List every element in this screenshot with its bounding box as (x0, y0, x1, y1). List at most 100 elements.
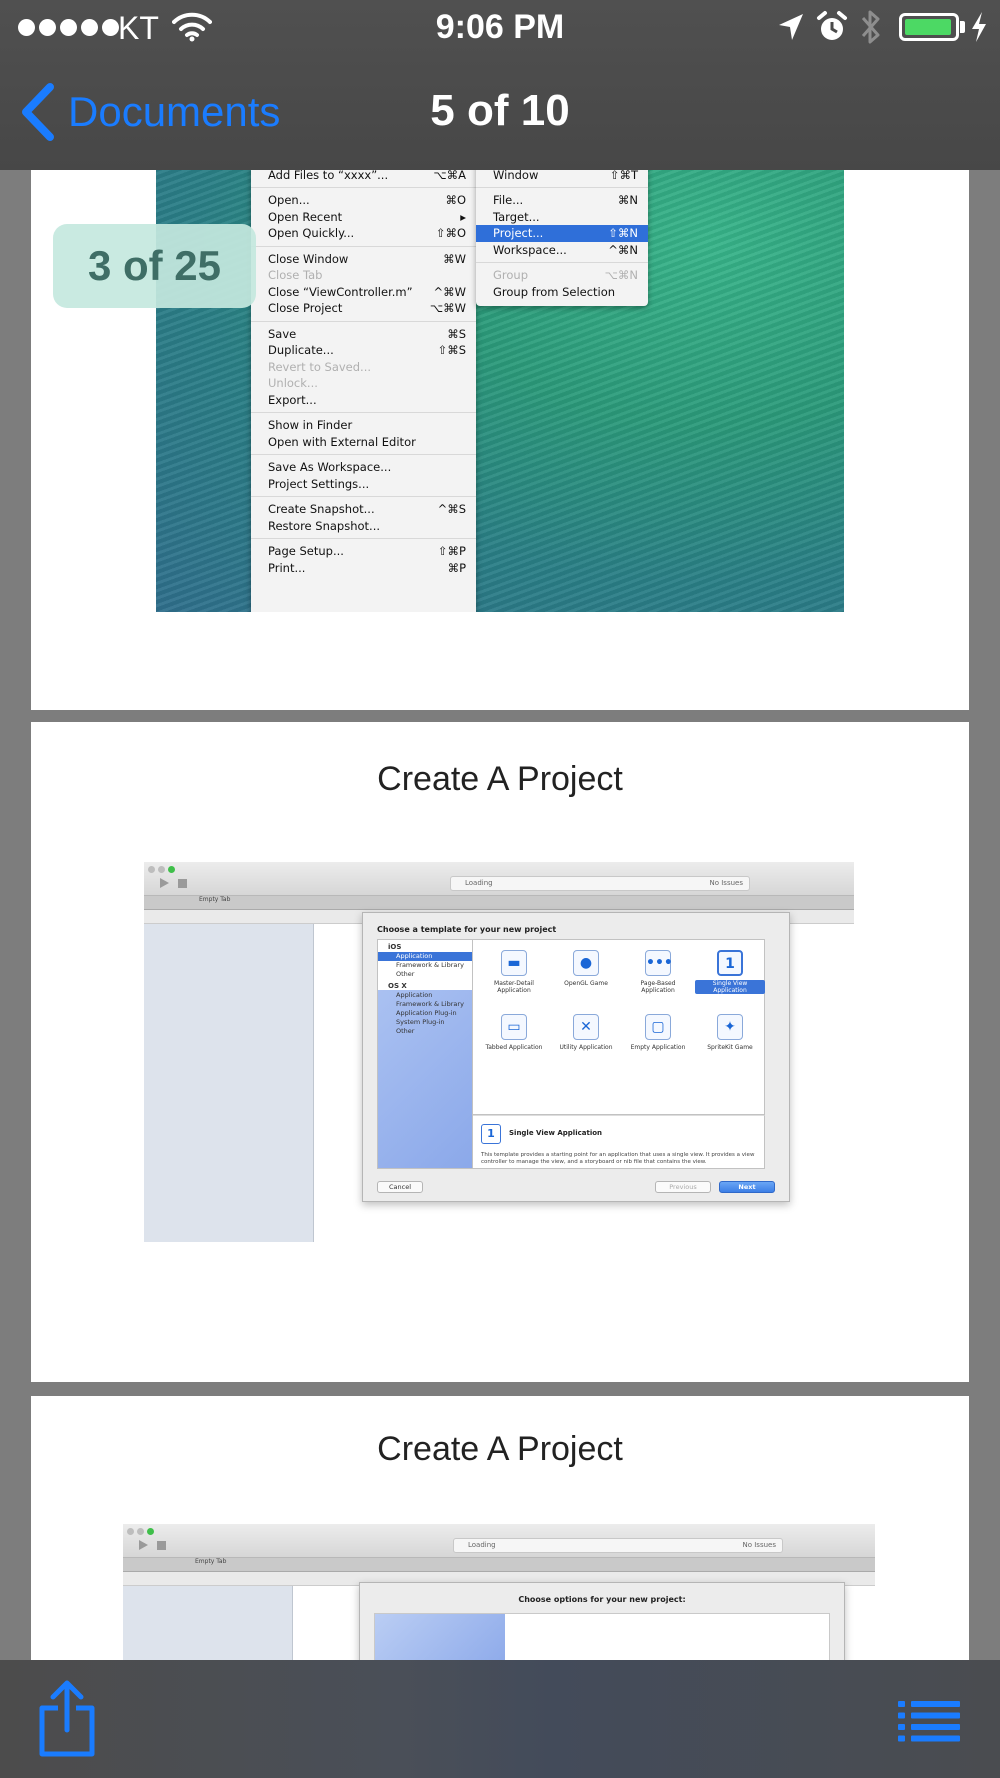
menu-item: Open Recent ▸ (251, 209, 476, 226)
issues-status: No Issues (742, 1541, 777, 1549)
xcode-screenshot: Loading No Issues Empty Tab Choose a tem… (144, 862, 854, 1242)
menu-item: Create Snapshot... ^⌘S (251, 501, 476, 518)
menu-item: Open... ⌘O (251, 192, 476, 209)
menu-item: Group ⌥⌘N (476, 267, 648, 284)
template-icon: ✦ (717, 1014, 743, 1040)
menu-item-label: Open Recent (268, 209, 343, 224)
menu-shortcut: ⇧⌘N (608, 226, 638, 240)
menu-item-label: Open... (268, 193, 310, 207)
menu-shortcut: ⇧⌘S (437, 343, 466, 357)
dialog-header: Choose a template for your new project (377, 925, 557, 934)
menu-item-label: Restore Snapshot... (268, 518, 381, 533)
status-bar: KT 9:06 PM (0, 0, 1000, 56)
menu-item: Unlock... (251, 375, 476, 392)
template-description: 1 Single View Application This template … (473, 1115, 765, 1169)
menu-separator (251, 454, 476, 455)
menu-item-label: Save As Workspace... (268, 460, 392, 474)
sidebar-item: Other (396, 970, 415, 978)
menu-shortcut: ⌘O (445, 193, 466, 207)
menu-shortcut: ⌘W (443, 251, 466, 266)
menu-item-label: Close Project (268, 301, 343, 315)
share-icon[interactable] (38, 1680, 96, 1758)
template-icon: ▬ (501, 950, 527, 976)
xcode-tab-bar: Empty Tab (144, 896, 854, 910)
run-icon (139, 1540, 148, 1550)
sidebar-item: Application Plug-in (396, 1009, 457, 1017)
template-icon: ••• (645, 950, 673, 976)
menu-shortcut: ⌥⌘N (604, 268, 638, 282)
menu-separator (251, 412, 476, 413)
menu-item: Open Quickly... ⇧⌘O (251, 225, 476, 242)
project-navigator (144, 924, 314, 1242)
menu-shortcut: ⇧⌘O (435, 226, 466, 240)
menu-item: Restore Snapshot... (251, 518, 476, 535)
template-icon: ▭ (501, 1014, 527, 1040)
page-count-badge: 3 of 25 (53, 224, 256, 308)
status-time: 9:06 PM (435, 8, 565, 46)
menu-item: File... ⌘N (476, 192, 648, 209)
previous-button: Previous (655, 1181, 711, 1193)
bluetooth-icon (861, 10, 880, 44)
menu-item-label: Group (493, 268, 529, 282)
stop-icon (178, 879, 187, 888)
menu-shortcut: ^⌘W (433, 284, 466, 299)
next-button: Next (719, 1181, 775, 1193)
template-option: ✦ SpriteKit Game (695, 1014, 765, 1051)
menu-separator (251, 538, 476, 539)
menu-separator (251, 320, 476, 322)
template-dialog: Choose a template for your new project i… (362, 912, 790, 1202)
menu-item-label: Close “ViewController.m” (268, 284, 413, 299)
menu-item-label: Create Snapshot... (268, 502, 375, 516)
template-option: ▢ Empty Application (623, 1014, 693, 1051)
menu-shortcut: ⌘P (447, 560, 466, 575)
template-option: 1 Single View Application (695, 950, 765, 994)
menu-separator (251, 496, 476, 497)
battery-tip (960, 21, 965, 33)
template-label: Page-Based Application (640, 980, 676, 994)
menu-separator (251, 187, 476, 188)
template-icon: ▢ (645, 1014, 671, 1040)
menu-item: Revert to Saved... (251, 359, 476, 376)
menu-item-label: Print... (268, 560, 306, 575)
sidebar-item: System Plug-in (396, 1018, 445, 1026)
menu-item-label: Save (268, 326, 297, 341)
template-label: Single View Application (695, 980, 765, 994)
menu-item: Close Window ⌘W (251, 251, 476, 268)
activity-view: Loading No Issues (453, 1538, 783, 1553)
menu-shortcut: ^⌘N (608, 242, 638, 257)
menu-item-label: Page Setup... (268, 544, 344, 558)
template-icon: ✕ (573, 1014, 599, 1040)
sidebar-group: iOS (388, 943, 402, 951)
menu-item-label: Target... (493, 209, 540, 224)
sidebar-item: Application (396, 991, 433, 999)
menu-shortcut: ⌘N (617, 193, 638, 207)
new-submenu: Tab⌘TWindow⇧⌘TFile...⌘NTarget...Project.… (476, 150, 648, 306)
menu-item-label: Group from Selection (493, 284, 616, 299)
sidebar-item: Other (396, 1027, 415, 1035)
menu-item: Page Setup... ⇧⌘P (251, 543, 476, 560)
document-page[interactable]: Create A Project Loading No Issues Empty… (31, 722, 969, 1382)
template-icon: 1 (717, 950, 743, 976)
template-grid: ▬ Master-Detail Application ● OpenGL Game ••… (473, 939, 765, 1115)
charging-bolt-icon (972, 12, 986, 42)
menu-item: Show in Finder (251, 417, 476, 434)
menu-separator (476, 187, 648, 188)
slide-screenshot-desktop: New▸Add Files to “xxxx”...⌥⌘AOpen...⌘OOp… (156, 150, 844, 612)
list-icon[interactable] (898, 1700, 960, 1742)
sidebar-group: OS X (388, 982, 407, 990)
file-menu: New▸Add Files to “xxxx”...⌥⌘AOpen...⌘OOp… (251, 150, 476, 612)
menu-item-label: Duplicate... (268, 343, 334, 357)
template-label: Master-Detail Application (494, 980, 534, 994)
menu-item-label: Close Tab (268, 268, 323, 282)
template-option: ▭ Tabbed Application (479, 1014, 549, 1051)
menu-item: Save ⌘S (251, 326, 476, 343)
menu-item: Project Settings... (251, 476, 476, 493)
activity-status: Loading (465, 879, 493, 887)
menu-item: Workspace... ^⌘N (476, 242, 648, 259)
menu-item: Close “ViewController.m” ^⌘W (251, 284, 476, 301)
tab-label: Empty Tab (195, 1558, 227, 1565)
xcode-tab-bar: Empty Tab (123, 1558, 875, 1572)
template-option: ● OpenGL Game (551, 950, 621, 987)
page-title: 5 of 10 (430, 86, 570, 135)
menu-item-label: Unlock... (268, 376, 318, 390)
